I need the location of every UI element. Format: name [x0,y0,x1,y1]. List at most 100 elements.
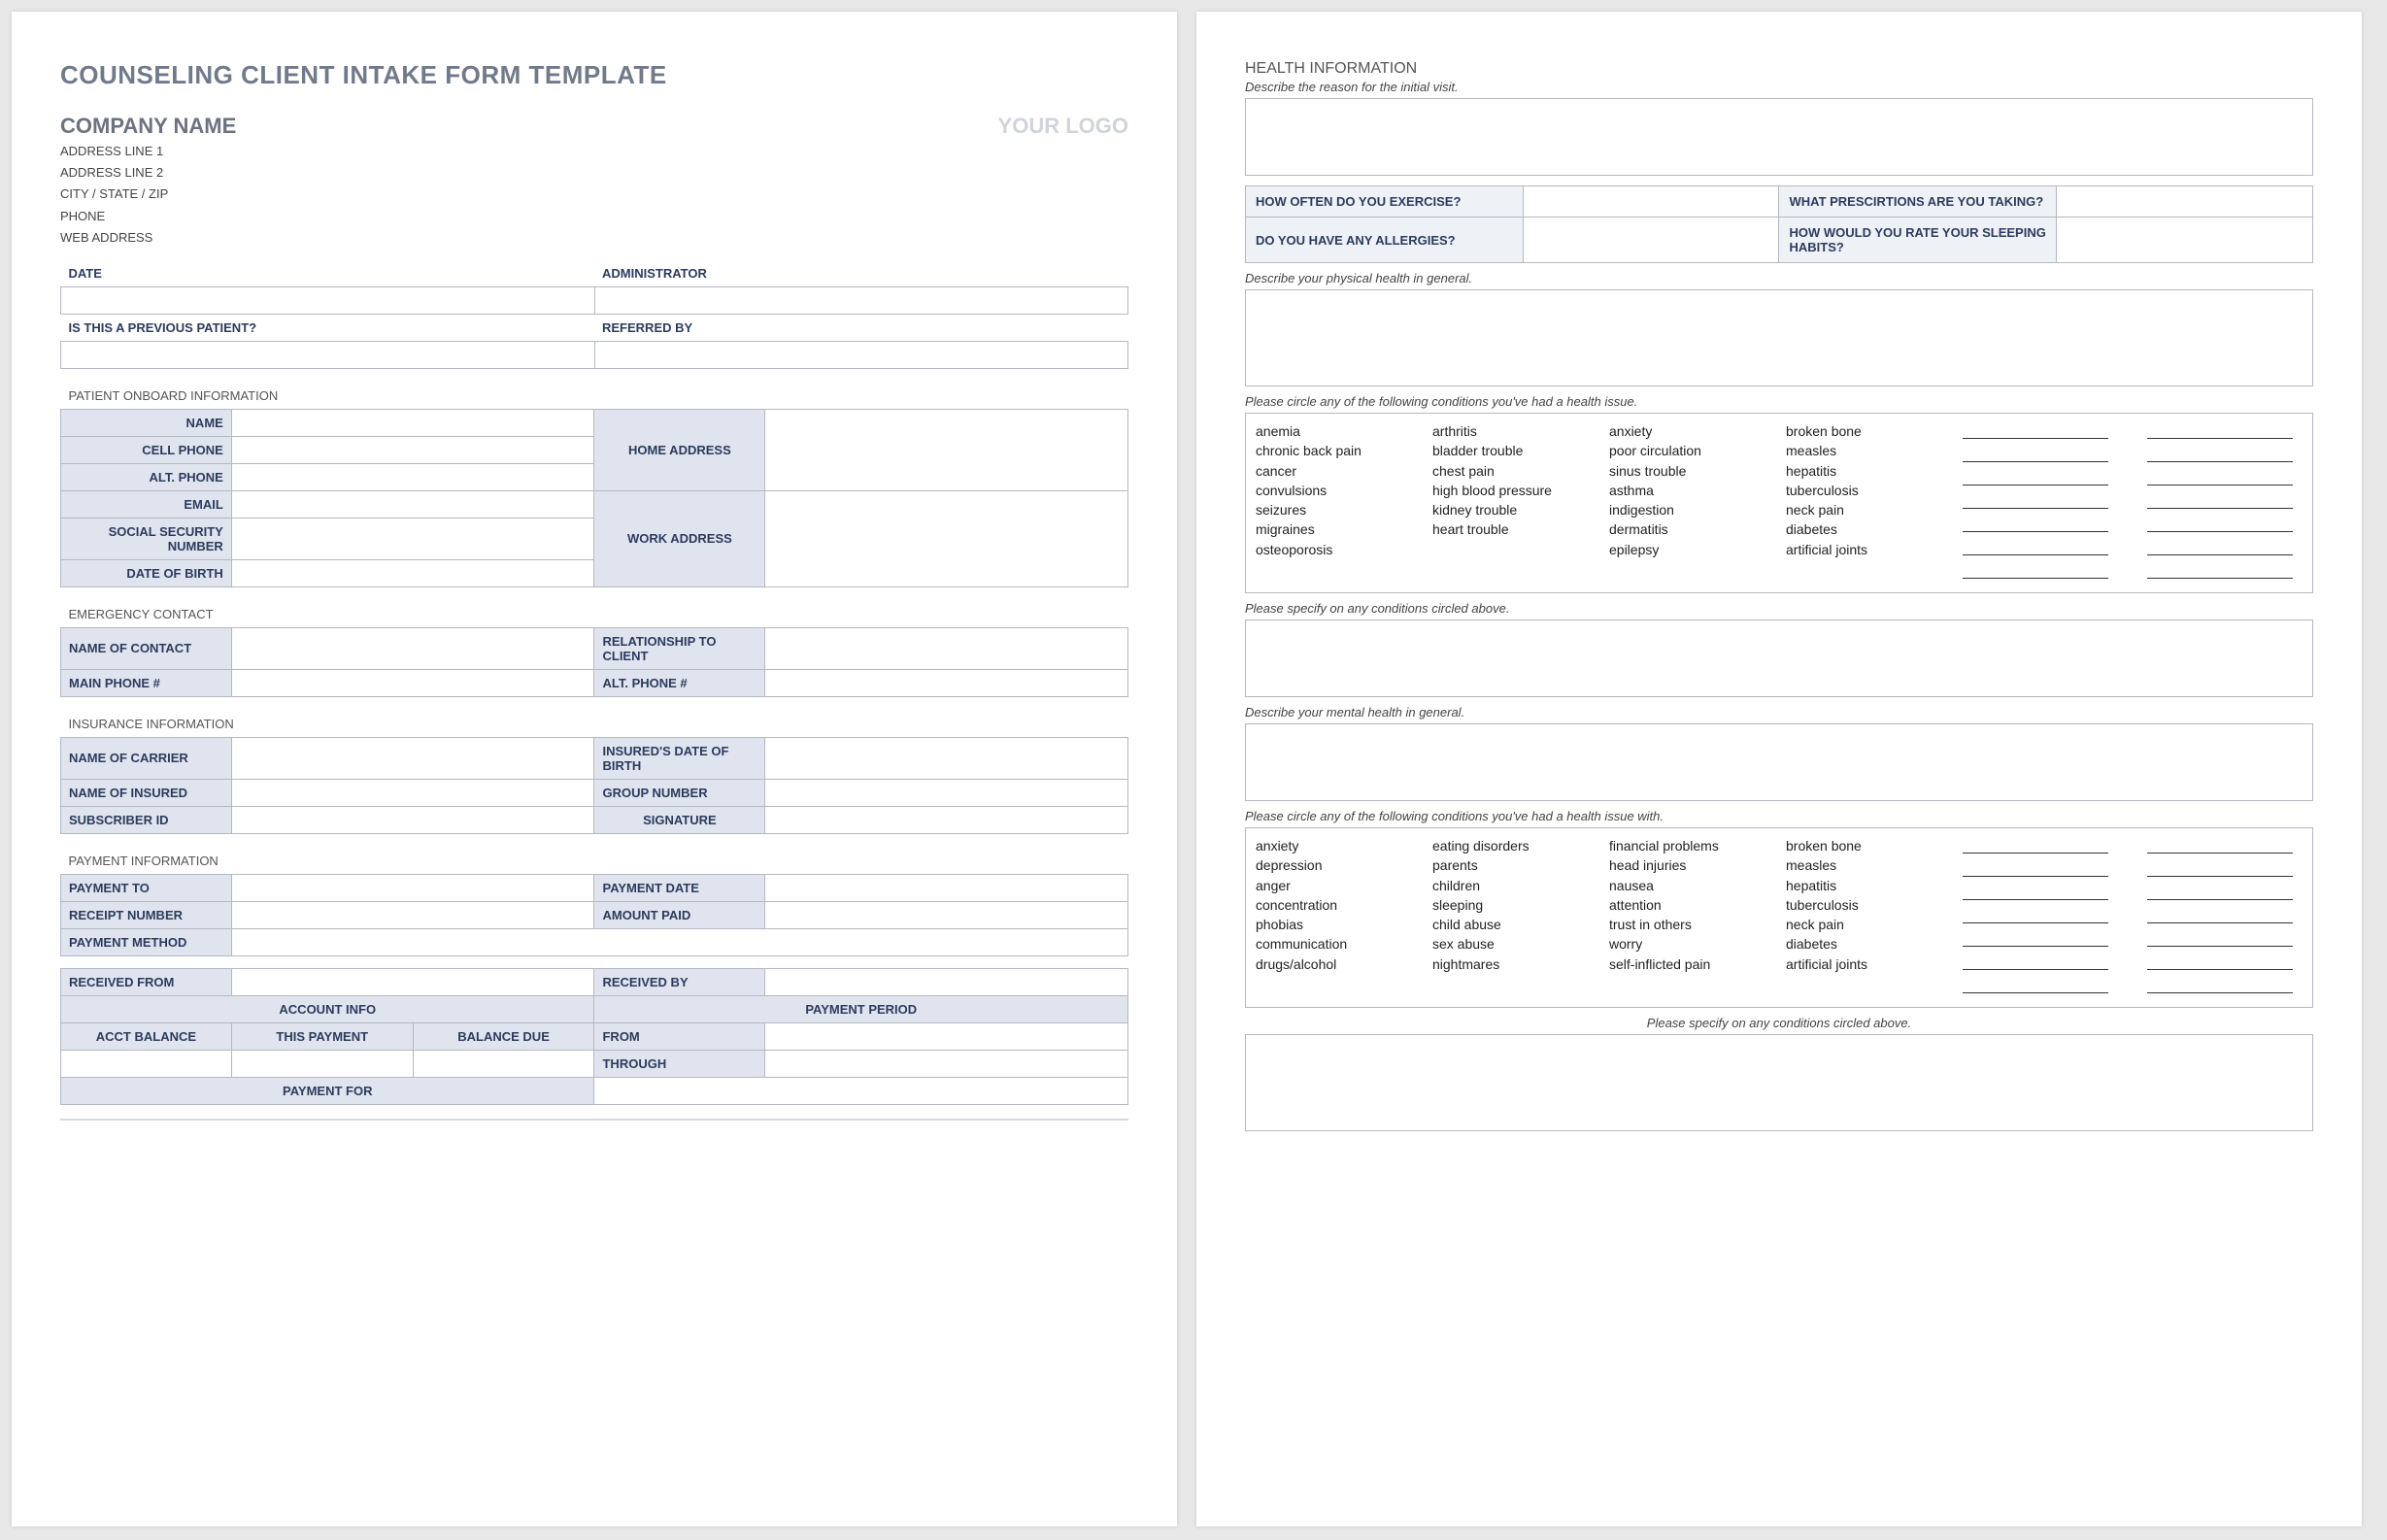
allergies-input[interactable] [1523,218,1779,263]
blank-line[interactable] [2147,491,2293,509]
condition-item[interactable]: arthritis [1432,421,1580,441]
blank-line[interactable] [2147,859,2293,877]
blank-line[interactable] [2147,515,2293,532]
sleep-input[interactable] [2057,218,2313,263]
condition-item[interactable]: nausea [1609,876,1757,895]
condition-item[interactable]: sex abuse [1432,934,1580,954]
blank-line[interactable] [1963,468,2108,485]
condition-item[interactable]: indigestion [1609,500,1757,519]
condition-item[interactable]: kidney trouble [1432,500,1580,519]
phys-specify-input[interactable] [1245,619,2313,697]
condition-item[interactable]: diabetes [1786,934,1933,954]
signature-input[interactable] [765,806,1128,833]
condition-item[interactable]: self-inflicted pain [1609,954,1757,974]
blank-line[interactable] [2147,906,2293,923]
condition-item[interactable]: child abuse [1432,915,1580,934]
condition-item[interactable]: tuberculosis [1786,481,1933,500]
condition-item[interactable]: financial problems [1609,836,1757,855]
condition-item[interactable]: tuberculosis [1786,895,1933,915]
this-payment-input[interactable] [231,1050,413,1077]
condition-item[interactable]: osteoporosis [1256,540,1403,559]
condition-item[interactable]: broken bone [1786,421,1933,441]
condition-item[interactable]: measles [1786,441,1933,460]
acct-balance-input[interactable] [61,1050,232,1077]
home-address-input[interactable] [765,409,1128,490]
prescriptions-input[interactable] [2057,186,2313,218]
blank-line[interactable] [2147,538,2293,555]
date-input[interactable] [61,286,595,314]
condition-item[interactable]: drugs/alcohol [1256,954,1403,974]
payment-for-input[interactable] [594,1077,1128,1104]
condition-item[interactable]: concentration [1256,895,1403,915]
blank-line[interactable] [1963,561,2108,579]
condition-item[interactable]: convulsions [1256,481,1403,500]
blank-line[interactable] [1963,953,2108,970]
condition-item[interactable]: eating disorders [1432,836,1580,855]
condition-item[interactable]: children [1432,876,1580,895]
condition-item[interactable]: cancer [1256,461,1403,481]
blank-line[interactable] [2147,883,2293,900]
condition-item[interactable]: broken bone [1786,836,1933,855]
previous-patient-input[interactable] [61,341,595,368]
mental-specify-input[interactable] [1245,1034,2313,1131]
condition-item[interactable]: measles [1786,855,1933,875]
payment-to-input[interactable] [231,874,594,901]
group-number-input[interactable] [765,779,1128,806]
referred-by-input[interactable] [594,341,1128,368]
from-input[interactable] [765,1022,1128,1050]
blank-line[interactable] [1963,883,2108,900]
cell-phone-input[interactable] [231,436,594,463]
condition-item[interactable]: communication [1256,934,1403,954]
blank-line[interactable] [1963,836,2108,854]
condition-item[interactable]: high blood pressure [1432,481,1580,500]
blank-line[interactable] [1963,515,2108,532]
blank-line[interactable] [2147,953,2293,970]
insured-name-input[interactable] [231,779,594,806]
condition-item[interactable]: trust in others [1609,915,1757,934]
blank-line[interactable] [1963,859,2108,877]
blank-line[interactable] [2147,976,2293,993]
receipt-number-input[interactable] [231,901,594,928]
physical-health-input[interactable] [1245,289,2313,386]
condition-item[interactable]: seizures [1256,500,1403,519]
exercise-input[interactable] [1523,186,1779,218]
condition-item[interactable]: poor circulation [1609,441,1757,460]
dob-input[interactable] [231,559,594,586]
received-by-input[interactable] [765,968,1128,995]
condition-item[interactable]: worry [1609,934,1757,954]
subscriber-id-input[interactable] [231,806,594,833]
condition-item[interactable]: asthma [1609,481,1757,500]
condition-item[interactable]: chronic back pain [1256,441,1403,460]
condition-item[interactable]: attention [1609,895,1757,915]
received-from-input[interactable] [231,968,594,995]
condition-item[interactable]: neck pain [1786,500,1933,519]
condition-item[interactable]: depression [1256,855,1403,875]
admin-input[interactable] [594,286,1128,314]
blank-line[interactable] [1963,445,2108,462]
condition-item[interactable]: sinus trouble [1609,461,1757,481]
phys-conditions-box[interactable]: anemiachronic back paincancerconvulsions… [1245,413,2313,593]
blank-line[interactable] [2147,468,2293,485]
through-input[interactable] [765,1050,1128,1077]
condition-item[interactable]: parents [1432,855,1580,875]
blank-line[interactable] [2147,421,2293,439]
ec-name-input[interactable] [231,627,594,669]
work-address-input[interactable] [765,490,1128,586]
condition-item[interactable]: sleeping [1432,895,1580,915]
mental-health-input[interactable] [1245,723,2313,801]
name-input[interactable] [231,409,594,436]
condition-item[interactable]: hepatitis [1786,461,1933,481]
condition-item[interactable]: anxiety [1256,836,1403,855]
ssn-input[interactable] [231,518,594,559]
blank-line[interactable] [1963,929,2108,947]
ec-alt-phone-input[interactable] [765,669,1128,696]
email-input[interactable] [231,490,594,518]
condition-item[interactable]: phobias [1256,915,1403,934]
balance-due-input[interactable] [413,1050,594,1077]
payment-date-input[interactable] [765,874,1128,901]
insured-dob-input[interactable] [765,737,1128,779]
condition-item[interactable]: anxiety [1609,421,1757,441]
condition-item[interactable]: bladder trouble [1432,441,1580,460]
condition-item[interactable]: neck pain [1786,915,1933,934]
mental-conditions-box[interactable]: anxietydepressionangerconcentrationphobi… [1245,827,2313,1008]
